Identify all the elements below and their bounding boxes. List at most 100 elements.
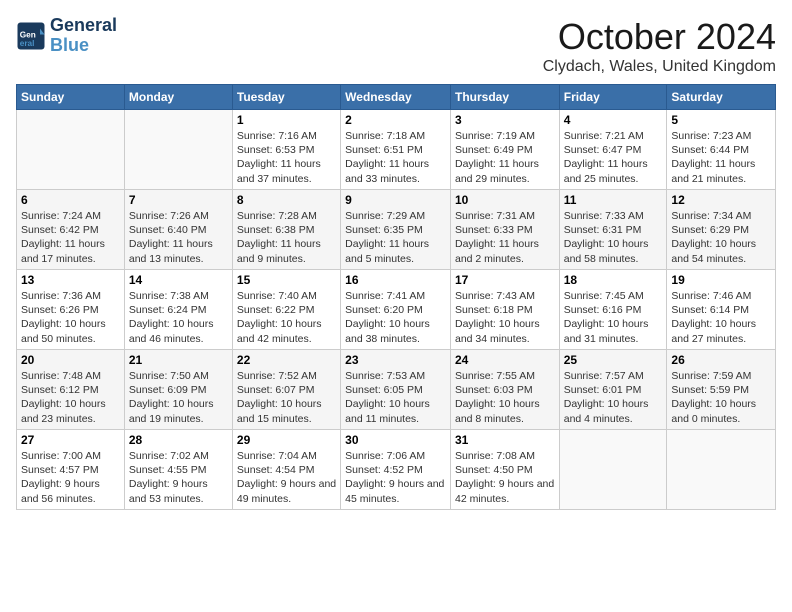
calendar-cell: 11Sunrise: 7:33 AMSunset: 6:31 PMDayligh…	[559, 190, 667, 270]
cell-day-number: 5	[671, 113, 771, 127]
cell-info: Sunrise: 7:53 AMSunset: 6:05 PMDaylight:…	[345, 369, 446, 426]
logo-line2: Blue	[50, 36, 117, 56]
calendar-cell: 20Sunrise: 7:48 AMSunset: 6:12 PMDayligh…	[17, 350, 125, 430]
cell-day-number: 29	[237, 433, 336, 447]
calendar-cell: 28 Sunrise: 7:02 AMSunset: 4:55 PMDayligh…	[124, 430, 232, 510]
cell-day-number: 12	[671, 193, 771, 207]
calendar-cell: 5 Sunrise: 7:23 AMSunset: 6:44 PMDaylight…	[667, 110, 776, 190]
calendar-cell: 24 Sunrise: 7:55 AMSunset: 6:03 PMDayligh…	[450, 350, 559, 430]
calendar-cell: 22Sunrise: 7:52 AMSunset: 6:07 PMDayligh…	[232, 350, 340, 430]
cell-day-number: 4	[564, 113, 663, 127]
cell-day-number: 31	[455, 433, 555, 447]
calendar-cell: 18 Sunrise: 7:45 AMSunset: 6:16 PMDayligh…	[559, 270, 667, 350]
cell-day-number: 1	[237, 113, 336, 127]
cell-info: Sunrise: 7:23 AMSunset: 6:44 PMDaylight:…	[671, 129, 771, 186]
cell-day-number: 27	[21, 433, 120, 447]
cell-day-number: 18	[564, 273, 663, 287]
cell-info: Sunrise: 7:41 AMSunset: 6:20 PMDaylight:…	[345, 289, 446, 346]
cell-info: Sunrise: 7:06 AMSunset: 4:52 PMDaylight:…	[345, 449, 446, 506]
calendar-cell: 3 Sunrise: 7:19 AMSunset: 6:49 PMDaylight…	[450, 110, 559, 190]
cell-info: Sunrise: 7:21 AMSunset: 6:47 PMDaylight:…	[564, 129, 663, 186]
calendar-week-row: 27 Sunrise: 7:00 AMSunset: 4:57 PMDayligh…	[17, 430, 776, 510]
cell-day-number: 11	[564, 193, 663, 207]
cell-day-number: 25	[564, 353, 663, 367]
calendar-cell: 29 Sunrise: 7:04 AMSunset: 4:54 PMDayligh…	[232, 430, 340, 510]
cell-info: Sunrise: 7:46 AMSunset: 6:14 PMDaylight:…	[671, 289, 771, 346]
cell-day-number: 15	[237, 273, 336, 287]
cell-info: Sunrise: 7:00 AMSunset: 4:57 PMDaylight:…	[21, 449, 120, 506]
calendar-cell: 9Sunrise: 7:29 AMSunset: 6:35 PMDaylight…	[341, 190, 451, 270]
calendar-cell: 7 Sunrise: 7:26 AMSunset: 6:40 PMDaylight…	[124, 190, 232, 270]
cell-info: Sunrise: 7:19 AMSunset: 6:49 PMDaylight:…	[455, 129, 555, 186]
cell-info: Sunrise: 7:34 AMSunset: 6:29 PMDaylight:…	[671, 209, 771, 266]
header-day: Tuesday	[232, 85, 340, 110]
calendar-cell: 1 Sunrise: 7:16 AMSunset: 6:53 PMDaylight…	[232, 110, 340, 190]
calendar-cell: 19 Sunrise: 7:46 AMSunset: 6:14 PMDayligh…	[667, 270, 776, 350]
header-row: SundayMondayTuesdayWednesdayThursdayFrid…	[17, 85, 776, 110]
calendar-cell: 2Sunrise: 7:18 AMSunset: 6:51 PMDaylight…	[341, 110, 451, 190]
location: Clydach, Wales, United Kingdom	[543, 58, 776, 76]
cell-info: Sunrise: 7:28 AMSunset: 6:38 PMDaylight:…	[237, 209, 336, 266]
calendar-header: SundayMondayTuesdayWednesdayThursdayFrid…	[17, 85, 776, 110]
logo-line1: General	[50, 16, 117, 36]
cell-info: Sunrise: 7:55 AMSunset: 6:03 PMDaylight:…	[455, 369, 555, 426]
calendar-week-row: 1 Sunrise: 7:16 AMSunset: 6:53 PMDaylight…	[17, 110, 776, 190]
cell-info: Sunrise: 7:16 AMSunset: 6:53 PMDaylight:…	[237, 129, 336, 186]
cell-info: Sunrise: 7:26 AMSunset: 6:40 PMDaylight:…	[129, 209, 228, 266]
month-title: October 2024	[543, 16, 776, 58]
logo: Gen eral General Blue	[16, 16, 117, 56]
calendar-body: 1 Sunrise: 7:16 AMSunset: 6:53 PMDaylight…	[17, 110, 776, 510]
cell-day-number: 19	[671, 273, 771, 287]
cell-info: Sunrise: 7:45 AMSunset: 6:16 PMDaylight:…	[564, 289, 663, 346]
cell-day-number: 7	[129, 193, 228, 207]
calendar-cell: 10 Sunrise: 7:31 AMSunset: 6:33 PMDayligh…	[450, 190, 559, 270]
cell-day-number: 16	[345, 273, 446, 287]
cell-info: Sunrise: 7:08 AMSunset: 4:50 PMDaylight:…	[455, 449, 555, 506]
calendar-cell: 25 Sunrise: 7:57 AMSunset: 6:01 PMDayligh…	[559, 350, 667, 430]
logo-icon: Gen eral	[16, 21, 46, 51]
calendar-cell: 12 Sunrise: 7:34 AMSunset: 6:29 PMDayligh…	[667, 190, 776, 270]
cell-day-number: 24	[455, 353, 555, 367]
cell-day-number: 6	[21, 193, 120, 207]
cell-day-number: 30	[345, 433, 446, 447]
cell-day-number: 14	[129, 273, 228, 287]
calendar-week-row: 13Sunrise: 7:36 AMSunset: 6:26 PMDayligh…	[17, 270, 776, 350]
calendar-cell: 31 Sunrise: 7:08 AMSunset: 4:50 PMDayligh…	[450, 430, 559, 510]
title-block: October 2024 Clydach, Wales, United King…	[543, 16, 776, 76]
header-day: Wednesday	[341, 85, 451, 110]
calendar-cell: 30 Sunrise: 7:06 AMSunset: 4:52 PMDayligh…	[341, 430, 451, 510]
cell-day-number: 21	[129, 353, 228, 367]
header-day: Thursday	[450, 85, 559, 110]
calendar-cell: 4 Sunrise: 7:21 AMSunset: 6:47 PMDaylight…	[559, 110, 667, 190]
cell-info: Sunrise: 7:40 AMSunset: 6:22 PMDaylight:…	[237, 289, 336, 346]
calendar-cell: 13Sunrise: 7:36 AMSunset: 6:26 PMDayligh…	[17, 270, 125, 350]
header-day: Sunday	[17, 85, 125, 110]
cell-day-number: 3	[455, 113, 555, 127]
cell-info: Sunrise: 7:59 AMSunset: 5:59 PMDaylight:…	[671, 369, 771, 426]
calendar-cell: 14Sunrise: 7:38 AMSunset: 6:24 PMDayligh…	[124, 270, 232, 350]
cell-day-number: 13	[21, 273, 120, 287]
header-day: Monday	[124, 85, 232, 110]
calendar-cell: 16 Sunrise: 7:41 AMSunset: 6:20 PMDayligh…	[341, 270, 451, 350]
cell-day-number: 23	[345, 353, 446, 367]
header-day: Friday	[559, 85, 667, 110]
header-day: Saturday	[667, 85, 776, 110]
calendar-cell: 27 Sunrise: 7:00 AMSunset: 4:57 PMDayligh…	[17, 430, 125, 510]
cell-info: Sunrise: 7:04 AMSunset: 4:54 PMDaylight:…	[237, 449, 336, 506]
cell-info: Sunrise: 7:02 AMSunset: 4:55 PMDaylight:…	[129, 449, 228, 506]
cell-day-number: 22	[237, 353, 336, 367]
calendar-cell: 17 Sunrise: 7:43 AMSunset: 6:18 PMDayligh…	[450, 270, 559, 350]
cell-day-number: 20	[21, 353, 120, 367]
cell-info: Sunrise: 7:57 AMSunset: 6:01 PMDaylight:…	[564, 369, 663, 426]
calendar-table: SundayMondayTuesdayWednesdayThursdayFrid…	[16, 84, 776, 510]
cell-day-number: 10	[455, 193, 555, 207]
cell-day-number: 17	[455, 273, 555, 287]
calendar-cell: 21Sunrise: 7:50 AMSunset: 6:09 PMDayligh…	[124, 350, 232, 430]
cell-info: Sunrise: 7:43 AMSunset: 6:18 PMDaylight:…	[455, 289, 555, 346]
cell-day-number: 28	[129, 433, 228, 447]
calendar-cell	[17, 110, 125, 190]
page-header: Gen eral General Blue October 2024 Clyda…	[16, 16, 776, 76]
svg-text:eral: eral	[20, 39, 35, 48]
calendar-cell: 6Sunrise: 7:24 AMSunset: 6:42 PMDaylight…	[17, 190, 125, 270]
cell-info: Sunrise: 7:31 AMSunset: 6:33 PMDaylight:…	[455, 209, 555, 266]
